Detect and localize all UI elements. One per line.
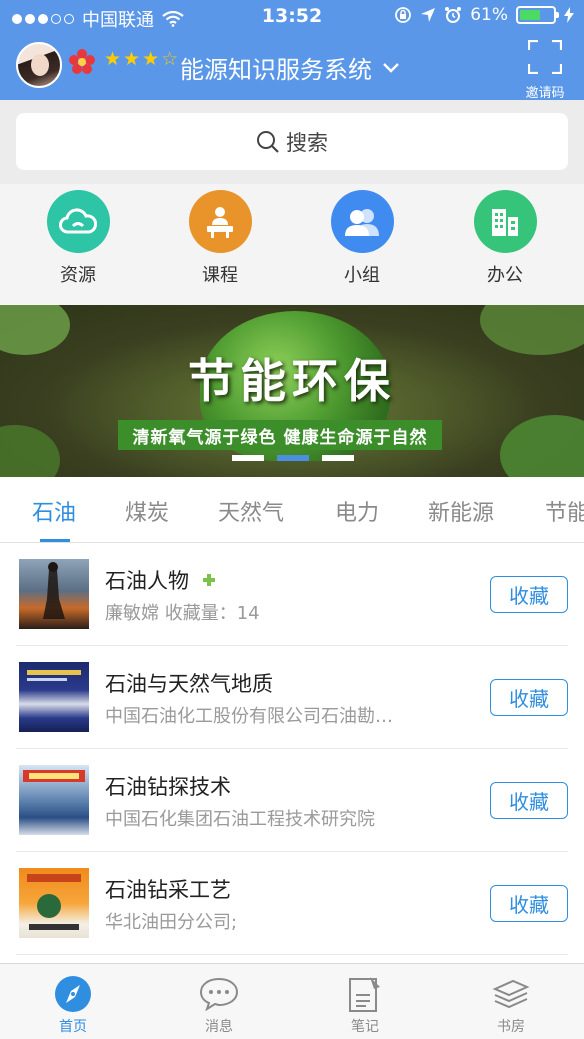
- rating-stars: ★ ★ ★ ☆: [104, 48, 178, 70]
- compass-icon: [55, 976, 91, 1012]
- tab-energy-saving[interactable]: 节能: [545, 495, 584, 527]
- banner-subtitle: 清新氧气源于绿色 健康生命源于自然: [118, 420, 442, 450]
- item-title-wrap: 石油钻探技术: [105, 771, 231, 801]
- item-title: 石油钻探技术: [105, 775, 231, 799]
- quick-nav-label: 小组: [344, 265, 380, 286]
- banner-pager: [232, 455, 354, 461]
- journal-list: 石油人物 廉敏嫦 收藏量：14 收藏 石油与天然气地质 中国石油化工股份有限公司…: [0, 543, 584, 963]
- nav-messages[interactable]: 消息: [146, 974, 292, 1036]
- item-subtitle: 廉敏嫦 收藏量：14: [105, 603, 260, 624]
- nav-home[interactable]: 首页: [0, 974, 146, 1036]
- status-bar: 中国联通 13:52 61%: [0, 0, 584, 32]
- quick-nav-label: 资源: [60, 265, 96, 286]
- quick-nav-groups[interactable]: 小组: [312, 190, 412, 287]
- favorite-button[interactable]: 收藏: [490, 679, 568, 716]
- cover-image: [19, 662, 89, 732]
- search-area: 搜索: [0, 100, 584, 184]
- system-title: 能源知识服务系统: [180, 56, 372, 84]
- lecture-icon: [188, 190, 252, 253]
- cover-image: [19, 868, 89, 938]
- system-title-dropdown[interactable]: 能源知识服务系统: [180, 50, 400, 85]
- item-title: 石油与天然气地质: [105, 672, 273, 696]
- item-title-wrap: 石油钻采工艺: [105, 874, 231, 904]
- tab-petroleum[interactable]: 石油: [32, 495, 76, 527]
- quick-nav-resources[interactable]: 资源: [28, 190, 128, 287]
- rotation-lock-icon: [395, 7, 412, 23]
- nav-label: 消息: [205, 1019, 233, 1035]
- favorite-button[interactable]: 收藏: [490, 885, 568, 922]
- list-item[interactable]: 石油人物 廉敏嫦 收藏量：14 收藏: [0, 543, 584, 646]
- charging-bolt-icon: [564, 7, 574, 23]
- flower-badge-icon: [69, 49, 95, 74]
- top-bar: 中国联通 13:52 61% ★ ★ ★ ☆ 能源知识服务系统 邀请码: [0, 0, 584, 101]
- pager-dot-active[interactable]: [277, 455, 309, 461]
- invite-code-label: 邀请码: [525, 86, 565, 101]
- avatar[interactable]: [16, 42, 62, 88]
- list-item[interactable]: 石油钻采工艺 华北油田分公司; 收藏: [0, 852, 584, 955]
- quick-nav-label: 课程: [202, 265, 238, 286]
- search-input[interactable]: 搜索: [16, 113, 568, 170]
- item-title-wrap: 石油与天然气地质: [105, 668, 273, 698]
- item-title: 石油人物: [105, 569, 189, 593]
- tab-new-energy[interactable]: 新能源: [428, 495, 494, 527]
- battery-percent: 61%: [470, 5, 508, 25]
- bottom-nav: 首页 消息 笔记 书房: [0, 963, 584, 1039]
- cloud-icon: [46, 190, 110, 253]
- cover-image: [19, 559, 89, 629]
- quick-nav-office[interactable]: 办公: [455, 190, 555, 287]
- item-subtitle: 中国石化集团石油工程技术研究院: [105, 809, 375, 830]
- star-filled-icon: ★: [123, 48, 141, 70]
- favorite-button[interactable]: 收藏: [490, 576, 568, 613]
- banner-leaf-decoration: [0, 425, 60, 477]
- quick-nav-label: 办公: [487, 265, 523, 286]
- books-icon: [492, 979, 530, 1009]
- cover-image: [19, 765, 89, 835]
- tab-coal[interactable]: 煤炭: [125, 495, 169, 527]
- star-empty-icon: ☆: [161, 48, 179, 70]
- item-subtitle: 中国石油化工股份有限公司石油勘…: [105, 706, 393, 727]
- status-right: 61%: [394, 5, 574, 25]
- quick-nav: 资源 课程 小组 办公: [0, 184, 584, 305]
- nav-label: 笔记: [351, 1019, 379, 1035]
- group-icon: [330, 190, 394, 253]
- verified-badge-icon: [203, 574, 215, 586]
- item-subtitle: 华北油田分公司;: [105, 912, 238, 933]
- banner-title: 节能环保: [188, 354, 396, 408]
- app-header: ★ ★ ★ ☆ 能源知识服务系统 邀请码: [0, 32, 584, 101]
- divider: [16, 954, 568, 955]
- pager-dot[interactable]: [322, 455, 354, 461]
- chevron-down-icon: [383, 62, 399, 73]
- invite-code-button[interactable]: 邀请码: [520, 39, 570, 101]
- scan-icon: [527, 39, 563, 75]
- search-icon: [257, 130, 279, 153]
- tab-natural-gas[interactable]: 天然气: [218, 495, 284, 527]
- nav-notes[interactable]: 笔记: [292, 974, 438, 1036]
- star-filled-icon: ★: [142, 48, 160, 70]
- item-title: 石油钻采工艺: [105, 878, 231, 902]
- favorite-button[interactable]: 收藏: [490, 782, 568, 819]
- note-icon: [349, 977, 380, 1012]
- search-placeholder: 搜索: [286, 130, 328, 155]
- pager-dot[interactable]: [232, 455, 264, 461]
- banner-leaf-decoration: [500, 415, 584, 477]
- star-filled-icon: ★: [104, 48, 122, 70]
- nav-label: 首页: [59, 1019, 87, 1035]
- tab-electricity[interactable]: 电力: [335, 495, 379, 527]
- chat-bubble-icon: [199, 977, 239, 1011]
- location-arrow-icon: [421, 8, 436, 22]
- quick-nav-courses[interactable]: 课程: [170, 190, 270, 287]
- battery-icon: [516, 6, 559, 24]
- list-item[interactable]: 石油钻探技术 中国石化集团石油工程技术研究院 收藏: [0, 749, 584, 852]
- nav-label: 书房: [497, 1019, 525, 1035]
- item-title-wrap: 石油人物: [105, 565, 215, 595]
- list-item[interactable]: 石油与天然气地质 中国石油化工股份有限公司石油勘… 收藏: [0, 646, 584, 749]
- promo-banner[interactable]: 节能环保 清新氧气源于绿色 健康生命源于自然: [0, 305, 584, 477]
- category-tabs: 石油 煤炭 天然气 电力 新能源 节能: [0, 477, 584, 543]
- building-icon: [473, 190, 537, 253]
- alarm-icon: [445, 7, 462, 23]
- nav-study[interactable]: 书房: [438, 974, 584, 1036]
